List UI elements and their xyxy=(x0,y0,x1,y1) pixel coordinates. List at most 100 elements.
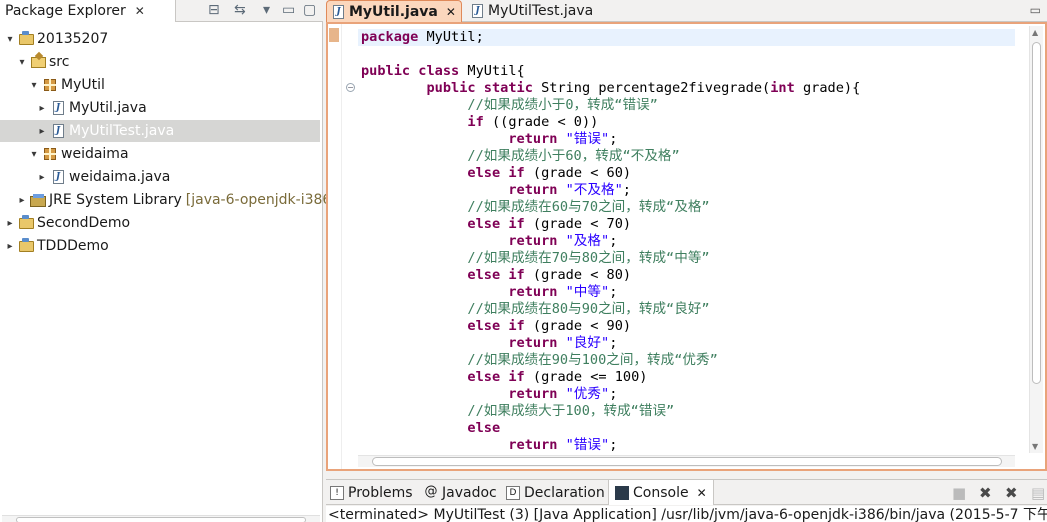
code-line: //如果成绩大于100，转成“错误” xyxy=(361,403,674,420)
close-icon[interactable]: ✕ xyxy=(697,486,707,500)
scroll-up-icon[interactable]: ▲ xyxy=(1032,28,1041,37)
collapse-arrow-icon[interactable]: ▸ xyxy=(36,172,48,183)
package-explorer-tab[interactable]: Package Explorer ✕ xyxy=(0,0,176,22)
code-token: (grade < 80) xyxy=(524,267,632,283)
keyword-token: static xyxy=(483,80,533,96)
tree-item[interactable]: ▸ SecondDemo xyxy=(0,212,130,234)
expand-arrow-icon[interactable]: ▾ xyxy=(16,57,28,68)
scrollbar-thumb[interactable] xyxy=(372,457,1002,466)
expand-arrow-icon[interactable]: ▾ xyxy=(28,149,40,160)
collapse-all-icon[interactable]: ⊟ xyxy=(208,2,220,18)
terminate-icon[interactable]: ■ xyxy=(952,484,966,502)
keyword-token: if xyxy=(508,318,525,334)
code-token: ; xyxy=(622,182,631,198)
minimize-icon[interactable]: ▭ xyxy=(1030,3,1041,17)
string-token: "错误" xyxy=(565,437,610,453)
code-line: //如果成绩在60与70之间，转成“及格” xyxy=(361,199,709,216)
tab-problems[interactable]: ! Problems xyxy=(330,480,413,505)
editor-tabbar: J MyUtil.java ✕ J MyUtilTest.java ▭ xyxy=(326,0,1047,22)
tree-item[interactable]: ▾ MyUtil xyxy=(0,74,105,96)
code-token: ; xyxy=(609,233,618,249)
tree-item[interactable]: ▸ TDDDemo xyxy=(0,235,109,257)
java-file-icon-glyph: J xyxy=(52,170,64,184)
close-icon[interactable]: ✕ xyxy=(135,4,145,18)
collapse-arrow-icon[interactable]: ▸ xyxy=(36,103,48,114)
code-token: (grade < 90) xyxy=(524,318,632,334)
vertical-scrollbar[interactable]: ▲ ▼ xyxy=(1029,26,1043,453)
collapse-arrow-icon[interactable]: ▸ xyxy=(16,195,28,206)
code-token: ; xyxy=(609,335,618,351)
keyword-token: if xyxy=(508,369,525,385)
tree-item-label: MyUtil xyxy=(61,77,105,93)
package-explorer-view: Package Explorer ✕ ⊟ ⇆ ▾ ▭ ▢ ▾ 20135207 ▾ s… xyxy=(0,0,337,522)
collapse-arrow-icon[interactable]: ▸ xyxy=(36,126,48,137)
tree-item[interactable]: ▾ weidaima xyxy=(0,143,129,165)
tree-horizontal-scrollbar[interactable] xyxy=(2,515,320,522)
tree-item-label: weidaima xyxy=(61,146,129,162)
code-line: else if (grade < 80) xyxy=(361,267,631,284)
remove-all-terminated-icon[interactable]: ✖ xyxy=(1005,484,1018,502)
javadoc-icon: @ xyxy=(424,483,438,499)
tab-label: Console xyxy=(633,484,689,501)
minimize-icon[interactable]: ▭ xyxy=(282,2,295,18)
string-token: "不及格" xyxy=(565,182,623,198)
code-token: MyUtil; xyxy=(418,29,484,45)
link-with-editor-icon[interactable]: ⇆ xyxy=(234,2,246,18)
code-area[interactable]: package MyUtil; public class MyUtil{ publ… xyxy=(358,24,1015,454)
editor-tab-myutiltest[interactable]: J MyUtilTest.java xyxy=(466,0,610,22)
tree-item[interactable]: ▸ Jweidaima.java xyxy=(0,166,170,188)
maximize-icon[interactable]: ▢ xyxy=(303,2,316,18)
code-token: ; xyxy=(609,131,618,147)
tree-item-label: TDDDemo xyxy=(37,238,109,254)
scroll-down-icon[interactable]: ▼ xyxy=(1032,442,1041,451)
scrollbar-thumb[interactable] xyxy=(16,517,306,522)
comment-token: //如果成绩大于100，转成“错误” xyxy=(467,403,675,419)
project-icon xyxy=(18,30,34,47)
tab-declaration[interactable]: D Declaration xyxy=(506,480,605,505)
code-line: return "错误"; xyxy=(361,131,617,148)
tree-item[interactable]: ▸ J MyUtil.java xyxy=(0,97,146,119)
tree-item[interactable]: ▾ 20135207 xyxy=(0,28,108,50)
tab-label: Problems xyxy=(348,484,413,501)
collapse-arrow-icon[interactable]: ▸ xyxy=(4,241,16,252)
scrollbar-thumb[interactable] xyxy=(1032,42,1041,384)
view-menu-icon[interactable]: ▾ xyxy=(263,2,270,18)
tree-item-label: SecondDemo xyxy=(37,215,131,231)
clear-console-icon[interactable]: ▤ xyxy=(1031,484,1045,502)
fold-collapse-icon[interactable]: − xyxy=(346,83,355,92)
code-editor[interactable]: − package MyUtil; public class MyUtil{ pu… xyxy=(326,22,1047,471)
tree-item[interactable]: ▸ J MyUtilTest.java xyxy=(0,120,320,142)
string-token: "及格" xyxy=(565,233,610,249)
code-token: ((grade < 0)) xyxy=(483,114,599,130)
editor-tab-label: MyUtilTest.java xyxy=(488,3,594,19)
expand-arrow-icon[interactable]: ▾ xyxy=(28,80,40,91)
collapse-arrow-icon[interactable]: ▸ xyxy=(4,218,16,229)
tree-item[interactable]: ▸ JRE System Library [java-6-openjdk-i386] xyxy=(0,189,336,211)
code-line: else xyxy=(361,420,500,437)
horizontal-scrollbar[interactable] xyxy=(358,455,1015,467)
keyword-token: return xyxy=(508,284,558,300)
editor-tab-myutil[interactable]: J MyUtil.java ✕ xyxy=(326,0,462,22)
remove-launch-icon[interactable]: ✖ xyxy=(979,484,992,502)
keyword-token: return xyxy=(508,386,558,402)
tab-console[interactable]: Console ✕ xyxy=(608,480,714,505)
close-icon[interactable]: ✕ xyxy=(446,5,456,19)
keyword-token: class xyxy=(418,63,460,79)
keyword-token: if xyxy=(508,267,525,283)
tree-item[interactable]: ▾ src xyxy=(0,51,69,73)
expand-arrow-icon[interactable]: ▾ xyxy=(4,34,16,45)
package-icon-glyph xyxy=(44,148,56,160)
string-token: "良好" xyxy=(565,335,610,351)
tab-javadoc[interactable]: @ Javadoc xyxy=(424,480,497,505)
code-line: return "及格"; xyxy=(361,233,617,250)
